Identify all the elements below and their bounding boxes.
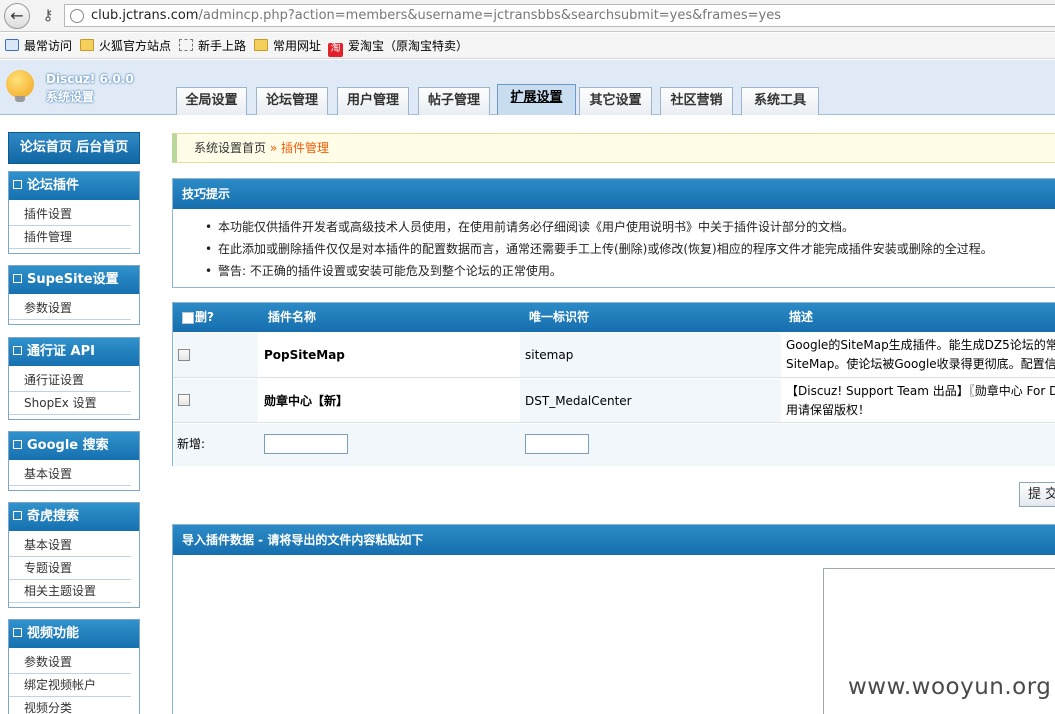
sidebar-group-header[interactable]: Google 搜索 — [9, 432, 139, 460]
sidebar-group-google-search: Google 搜索 基本设置 — [8, 431, 140, 491]
taobao-icon: 淘 — [328, 43, 343, 57]
sidebar-item-parameter-settings[interactable]: 参数设置 — [9, 651, 131, 674]
key-icon[interactable]: ⚷ — [38, 5, 58, 25]
lightbulb-logo-icon — [6, 70, 34, 102]
tab-extension-settings[interactable]: 扩展设置 — [497, 84, 576, 115]
sidebar-item-bind-video-account[interactable]: 绑定视频帐户 — [9, 674, 131, 697]
sidebar-group-forum-plugins: 论坛插件 插件设置 插件管理 — [8, 171, 140, 254]
select-all-checkbox[interactable] — [182, 312, 194, 324]
bookmark-aitaobao[interactable]: 淘爱淘宝（原淘宝特卖） — [328, 38, 468, 57]
column-header-delete: 删? — [195, 310, 214, 324]
tab-forum-management[interactable]: 论坛管理 — [256, 87, 328, 115]
submit-button[interactable]: 提 交 — [1019, 482, 1055, 507]
plugin-description: Google的SiteMap生成插件。能生成DZ5论坛的常规 SiteMap。使… — [781, 333, 1055, 377]
sidebar-item-plugin-management[interactable]: 插件管理 — [9, 226, 131, 249]
sidebar-group-header[interactable]: SupeSite设置 — [9, 266, 139, 294]
collapse-icon — [13, 346, 22, 355]
collapse-icon — [13, 180, 22, 189]
url-text: club.jctrans.com/admincp.php?action=memb… — [91, 8, 781, 23]
bookmark-most-visited[interactable]: 最常访问 — [5, 38, 72, 54]
table-row: 勋章中心【新】 DST_MedalCenter 【Discuz! Support… — [173, 379, 1055, 423]
tab-system-tools[interactable]: 系统工具 — [741, 87, 819, 115]
breadcrumb-separator: » — [266, 141, 281, 155]
tab-community-marketing[interactable]: 社区营销 — [660, 87, 733, 115]
browser-toolbar: ← ⚷ club.jctrans.com/admincp.php?action=… — [0, 0, 1055, 32]
collapse-icon — [13, 628, 22, 637]
new-plugin-name-input[interactable] — [264, 434, 348, 454]
sidebar-item-related-topic-settings[interactable]: 相关主题设置 — [9, 580, 131, 603]
sidebar-item-parameter-settings[interactable]: 参数设置 — [9, 297, 131, 320]
table-row: PopSiteMap sitemap Google的SiteMap生成插件。能生… — [173, 333, 1055, 378]
page-icon — [179, 39, 193, 51]
plugin-name[interactable]: PopSiteMap — [258, 333, 520, 377]
collapse-icon — [13, 440, 22, 449]
main-content: 系统设置首页 » 插件管理 技巧提示 本功能仅供插件开发者或高级技术人员使用，在… — [160, 116, 1055, 714]
sidebar-group-header[interactable]: 论坛插件 — [9, 172, 139, 200]
breadcrumb: 系统设置首页 » 插件管理 — [172, 133, 1055, 163]
sidebar-item-topic-settings[interactable]: 专题设置 — [9, 557, 131, 580]
folder-icon — [254, 39, 268, 51]
app-subtitle: 系统设置 — [46, 90, 95, 104]
folder-icon — [80, 39, 94, 51]
sidebar-group-supesite: SupeSite设置 参数设置 — [8, 265, 140, 325]
new-plugin-identifier-input[interactable] — [525, 434, 589, 454]
tips-panel: 技巧提示 本功能仅供插件开发者或高级技术人员使用，在使用前请务必仔细阅读《用户使… — [172, 178, 1055, 288]
sidebar-group-video: 视频功能 参数设置 绑定视频帐户 视频分类 — [8, 619, 140, 714]
sidebar-group-passport-api: 通行证 API 通行证设置 ShopEx 设置 — [8, 337, 140, 420]
sidebar-item-basic-settings[interactable]: 基本设置 — [9, 463, 131, 486]
bookmark-getting-started[interactable]: 新手上路 — [179, 38, 246, 54]
sidebar-item-passport-settings[interactable]: 通行证设置 — [9, 369, 131, 392]
most-visited-icon — [5, 39, 19, 51]
tab-post-management[interactable]: 帖子管理 — [418, 87, 490, 115]
tip-item: 本功能仅供插件开发者或高级技术人员使用，在使用前请务必仔细阅读《用户使用说明书》… — [173, 216, 1055, 238]
tab-other-settings[interactable]: 其它设置 — [579, 87, 652, 115]
sidebar-item-shopex-settings[interactable]: ShopEx 设置 — [9, 392, 131, 415]
column-header-description: 描述 — [789, 310, 814, 324]
tab-global-settings[interactable]: 全局设置 — [176, 87, 247, 115]
row-delete-checkbox[interactable] — [178, 394, 190, 406]
new-plugin-row: 新增: — [173, 424, 1055, 466]
back-arrow-icon[interactable]: ← — [4, 3, 30, 29]
column-header-plugin-name: 插件名称 — [268, 310, 317, 324]
sidebar-group-header[interactable]: 通行证 API — [9, 338, 139, 366]
tip-item: 在此添加或删除插件仅仅是对本插件的配置数据而言，通常还需要手工上传(删除)或修改… — [173, 238, 1055, 260]
breadcrumb-current: 插件管理 — [281, 141, 330, 155]
sidebar-item-video-categories[interactable]: 视频分类 — [9, 697, 131, 714]
sidebar-item-plugin-settings[interactable]: 插件设置 — [9, 203, 131, 226]
admin-header: Discuz! 6.0.0 系统设置 全局设置 论坛管理 用户管理 帖子管理 扩… — [0, 60, 1055, 115]
watermark: www.wooyun.org — [848, 674, 1052, 700]
plugin-identifier: sitemap — [520, 333, 781, 377]
bookmarks-bar: 最常访问 火狐官方站点 新手上路 常用网址 淘爱淘宝（原淘宝特卖） — [0, 33, 1055, 59]
sidebar: 论坛首页 后台首页 论坛插件 插件设置 插件管理 SupeSite设置 参数设置… — [0, 116, 160, 714]
column-header-identifier: 唯一标识符 — [529, 310, 590, 324]
plugin-name[interactable]: 勋章中心【新】 — [258, 379, 520, 422]
address-bar[interactable]: club.jctrans.com/admincp.php?action=memb… — [64, 4, 1055, 27]
tips-title: 技巧提示 — [173, 179, 1055, 209]
plugin-description: 【Discuz! Support Team 出品】〖勋章中心 For Dis 用… — [781, 379, 1055, 422]
app-name: Discuz! 6.0.0 — [46, 72, 134, 86]
bookmark-firefox-site[interactable]: 火狐官方站点 — [80, 38, 171, 54]
import-title: 导入插件数据 - 请将导出的文件内容粘贴如下 — [173, 525, 1055, 555]
collapse-icon — [13, 511, 22, 520]
sidebar-item-basic-settings[interactable]: 基本设置 — [9, 534, 131, 557]
tab-user-management[interactable]: 用户管理 — [337, 87, 409, 115]
tip-item: 警告: 不正确的插件设置或安装可能危及到整个论坛的正常使用。 — [173, 260, 1055, 282]
plugin-table: 删? 插件名称 唯一标识符 描述 PopSiteMap sitemap Goog… — [172, 302, 1055, 466]
collapse-icon — [13, 274, 22, 283]
sidebar-group-qihoo-search: 奇虎搜索 基本设置 专题设置 相关主题设置 — [8, 502, 140, 608]
sidebar-quick-links[interactable]: 论坛首页 后台首页 — [8, 132, 140, 164]
row-delete-checkbox[interactable] — [178, 349, 190, 361]
breadcrumb-home-link[interactable]: 系统设置首页 — [194, 141, 266, 155]
sidebar-group-header[interactable]: 奇虎搜索 — [9, 503, 139, 531]
bookmark-common-sites[interactable]: 常用网址 — [254, 38, 321, 54]
new-label: 新增: — [177, 437, 206, 451]
plugin-identifier: DST_MedalCenter — [520, 379, 781, 422]
globe-icon — [70, 9, 84, 23]
sidebar-group-header[interactable]: 视频功能 — [9, 620, 139, 648]
